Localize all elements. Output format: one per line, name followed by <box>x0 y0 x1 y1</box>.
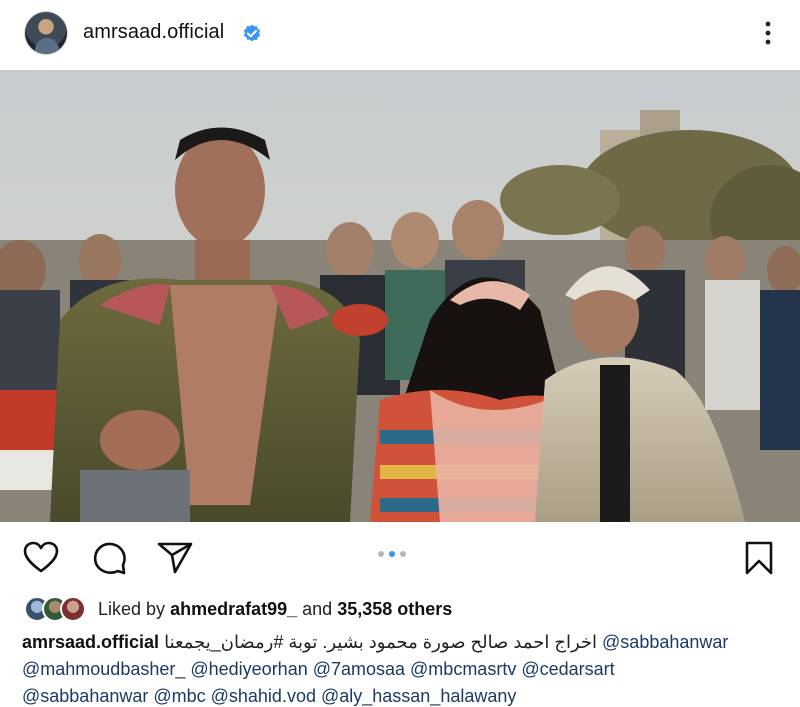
caption-mentions[interactable]: @sabbahanwar @mbc @shahid.vod @aly_hassa… <box>22 686 516 706</box>
caption-line-2: @mahmoudbasher_ @hediyeorhan @7amosaa @m… <box>22 656 798 683</box>
send-icon[interactable] <box>156 540 194 576</box>
carousel-dot-active[interactable] <box>389 551 395 557</box>
caption-line-3: @sabbahanwar @mbc @shahid.vod @aly_hassa… <box>22 683 798 707</box>
profile-avatar[interactable] <box>24 11 68 55</box>
post-image[interactable] <box>0 70 800 522</box>
carousel-dot[interactable] <box>378 551 384 557</box>
carousel-dot[interactable] <box>400 551 406 557</box>
comment-icon[interactable] <box>90 540 128 576</box>
post-caption: amrsaad.official اخراج احمد صالح صورة مح… <box>22 629 798 707</box>
post-photo-scene <box>0 70 800 522</box>
caption-text: اخراج احمد صالح صورة محمود بشير. توبة #ر… <box>164 632 598 652</box>
likes-text: Liked by ahmedrafat99_ and 35,358 others <box>98 599 452 620</box>
carousel-indicator <box>378 551 406 557</box>
post-header: amrsaad.official <box>0 0 800 68</box>
likes-count[interactable]: 35,358 others <box>337 599 452 619</box>
verified-badge-icon <box>243 24 261 42</box>
caption-line-1: amrsaad.official اخراج احمد صالح صورة مح… <box>22 629 798 656</box>
caption-username[interactable]: amrsaad.official <box>22 632 159 652</box>
likes-row[interactable]: Liked by ahmedrafat99_ and 35,358 others <box>24 594 452 624</box>
caption-mention[interactable]: @sabbahanwar <box>602 632 728 652</box>
post-username[interactable]: amrsaad.official <box>83 21 224 44</box>
liker-avatar <box>60 596 86 622</box>
caption-mentions[interactable]: @mahmoudbasher_ @hediyeorhan @7amosaa @m… <box>22 659 615 679</box>
more-options-icon[interactable] <box>758 18 778 48</box>
bookmark-icon[interactable] <box>740 540 778 576</box>
heart-icon[interactable] <box>22 540 60 576</box>
likes-prefix: Liked by <box>98 598 166 619</box>
liker-username[interactable]: ahmedrafat99_ <box>170 599 297 619</box>
likes-middle: and <box>302 598 333 619</box>
